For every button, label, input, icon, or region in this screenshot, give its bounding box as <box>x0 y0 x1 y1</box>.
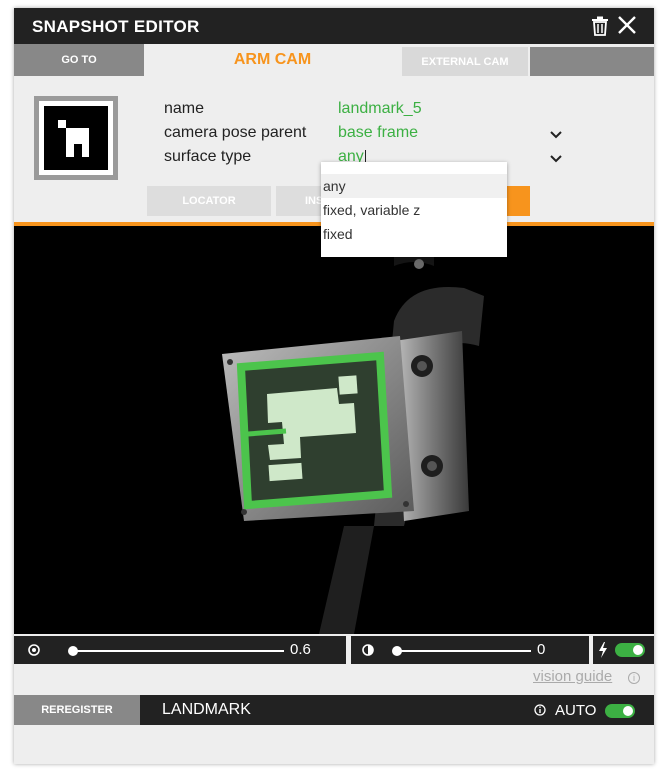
contrast-slider-track[interactable] <box>397 650 531 652</box>
auto-label: AUTO <box>555 702 597 719</box>
reregister-button[interactable]: REREGISTER <box>14 695 140 725</box>
locator-button[interactable]: LOCATOR <box>147 186 271 216</box>
tab-extra[interactable] <box>530 47 654 76</box>
contrast-control: 0 <box>351 636 589 664</box>
info-icon[interactable] <box>534 704 546 716</box>
tab-arm-cam[interactable]: ARM CAM <box>144 44 401 76</box>
surface-type-dropdown: any fixed, variable z fixed <box>321 162 507 257</box>
vision-guide-link[interactable]: vision guide <box>533 668 612 685</box>
aperture-icon <box>28 644 40 656</box>
tab-go-to[interactable]: GO TO <box>14 44 144 76</box>
auto-toggle[interactable] <box>605 704 635 718</box>
contrast-icon <box>362 644 374 656</box>
contrast-slider-handle[interactable] <box>392 646 402 656</box>
exposure-slider-handle[interactable] <box>68 646 78 656</box>
marker-thumbnail <box>34 96 118 180</box>
contrast-value: 0 <box>537 641 546 658</box>
window-title: SNAPSHOT EDITOR <box>32 17 200 36</box>
dropdown-option-fixed-variable-z[interactable]: fixed, variable z <box>321 198 507 222</box>
exposure-control: 0.6 <box>14 636 346 664</box>
chevron-down-icon[interactable] <box>549 130 563 140</box>
tab-external-cam[interactable]: EXTERNAL CAM <box>402 47 528 76</box>
surface-type-label: surface type <box>164 148 252 165</box>
camera-pose-parent-select[interactable]: base frame <box>338 124 418 142</box>
info-icon[interactable]: i <box>628 672 640 684</box>
image-adjust-bar: 0.6 0 <box>14 636 654 664</box>
section-label: LANDMARK <box>162 701 251 718</box>
snapshot-editor-window: SNAPSHOT EDITOR GO TO ARM CAM EXTERNAL C… <box>14 8 654 764</box>
camera-view[interactable] <box>14 226 654 634</box>
dropdown-option-fixed[interactable]: fixed <box>321 222 507 246</box>
camera-pose-parent-label: camera pose parent <box>164 124 307 141</box>
name-label: name <box>164 100 205 117</box>
tab-bar: GO TO ARM CAM EXTERNAL CAM <box>14 44 654 76</box>
flash-icon <box>599 642 607 658</box>
close-icon[interactable] <box>616 14 638 36</box>
bottom-bar: REREGISTER LANDMARK AUTO <box>14 695 654 725</box>
name-value[interactable]: landmark_5 <box>338 100 422 118</box>
title-bar: SNAPSHOT EDITOR <box>14 8 654 44</box>
exposure-value: 0.6 <box>290 641 311 658</box>
exposure-slider-track[interactable] <box>72 650 284 652</box>
trash-icon[interactable] <box>591 16 609 36</box>
flash-control <box>593 636 654 664</box>
dropdown-option-any[interactable]: any <box>321 174 507 198</box>
flash-toggle[interactable] <box>615 643 645 657</box>
chevron-down-icon[interactable] <box>549 154 563 164</box>
